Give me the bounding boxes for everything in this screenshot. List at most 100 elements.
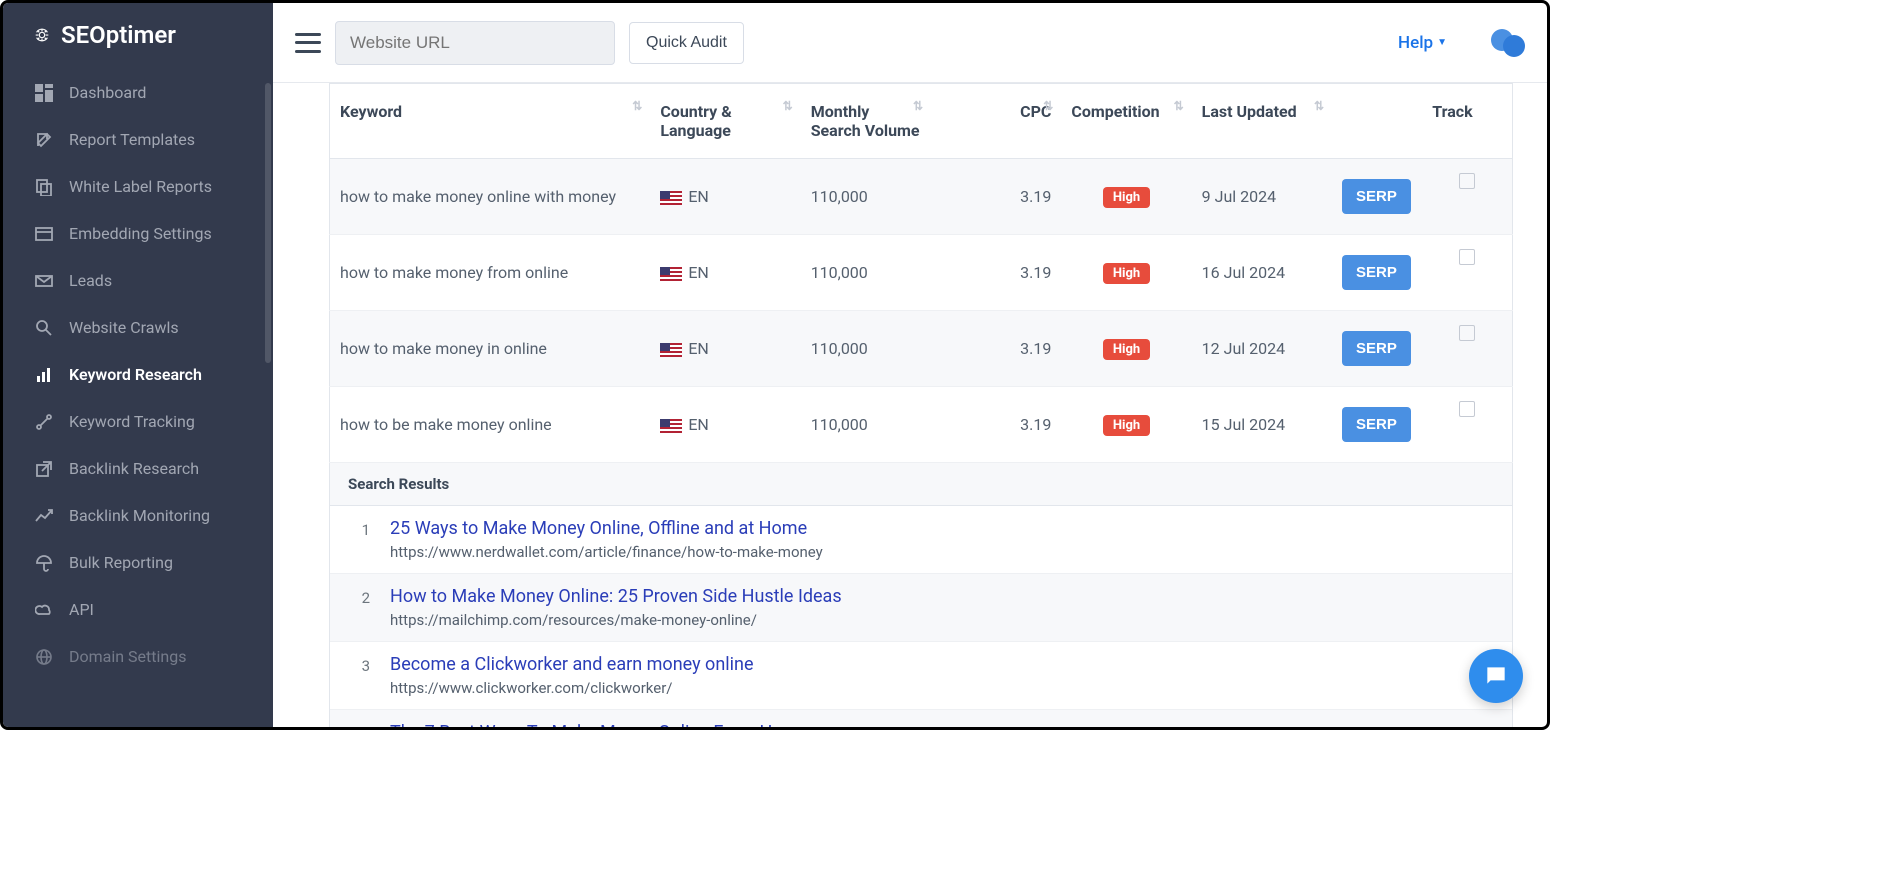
result-rank: 3 <box>354 654 370 697</box>
sidebar-item-keyword-tracking[interactable]: Keyword Tracking <box>3 398 273 445</box>
gear-arrows-icon <box>33 26 51 44</box>
cell-keyword: how to make money from online <box>330 235 651 311</box>
track-checkbox[interactable] <box>1459 173 1475 189</box>
result-rank: 4 <box>354 722 370 727</box>
header-country-lang[interactable]: Country & Language⇅ <box>650 84 800 159</box>
track-checkbox[interactable] <box>1459 401 1475 417</box>
track-checkbox[interactable] <box>1459 325 1475 341</box>
cell-last-updated: 15 Jul 2024 <box>1192 387 1332 463</box>
help-dropdown[interactable]: Help ▼ <box>1398 33 1447 53</box>
sidebar-item-label: Leads <box>69 271 112 290</box>
cell-msv: 110,000 <box>801 235 931 311</box>
sidebar-item-keyword-research[interactable]: Keyword Research <box>3 351 273 398</box>
search-result-row: 2 How to Make Money Online: 25 Proven Si… <box>330 574 1512 642</box>
track-checkbox[interactable] <box>1459 249 1475 265</box>
table-row: how to make money online with money EN 1… <box>330 159 1513 235</box>
sidebar-item-website-crawls[interactable]: Website Crawls <box>3 304 273 351</box>
result-title-link[interactable]: How to Make Money Online: 25 Proven Side… <box>390 586 1488 607</box>
sidebar-item-label: API <box>69 600 94 619</box>
sidebar-item-label: White Label Reports <box>69 177 212 196</box>
track-icon <box>35 413 53 431</box>
result-url: https://www.nerdwallet.com/article/finan… <box>390 543 1488 561</box>
header-msv[interactable]: Monthly Search Volume⇅ <box>801 84 931 159</box>
cell-competition: High <box>1061 159 1191 235</box>
search-results-header: Search Results <box>330 463 1512 506</box>
mail-icon <box>35 272 53 290</box>
cell-last-updated: 12 Jul 2024 <box>1192 311 1332 387</box>
serp-button[interactable]: SERP <box>1342 255 1411 290</box>
avatar-icon <box>1503 35 1525 57</box>
menu-toggle-icon[interactable] <box>295 33 321 53</box>
sidebar-item-domain-settings[interactable]: Domain Settings <box>3 633 273 680</box>
sidebar-item-white-label[interactable]: White Label Reports <box>3 163 273 210</box>
sidebar-item-embedding[interactable]: Embedding Settings <box>3 210 273 257</box>
user-avatars[interactable] <box>1491 29 1525 57</box>
caret-down-icon: ▼ <box>1437 37 1447 48</box>
cell-country-lang: EN <box>650 387 800 463</box>
sidebar-item-bulk-reporting[interactable]: Bulk Reporting <box>3 539 273 586</box>
result-url: https://www.clickworker.com/clickworker/ <box>390 679 1488 697</box>
cell-serp: SERP <box>1332 159 1422 235</box>
cell-serp: SERP <box>1332 387 1422 463</box>
cell-cpc: 3.19 <box>931 159 1061 235</box>
cell-last-updated: 9 Jul 2024 <box>1192 159 1332 235</box>
globe-icon <box>35 648 53 666</box>
sidebar-item-label: Embedding Settings <box>69 224 212 243</box>
chart-icon <box>35 366 53 384</box>
result-title-link[interactable]: Become a Clickworker and earn money onli… <box>390 654 1488 675</box>
result-title-link[interactable]: The 7 Best Ways To Make Money Online Fro… <box>390 722 1488 727</box>
cell-country-lang: EN <box>650 311 800 387</box>
cell-competition: High <box>1061 387 1191 463</box>
cell-competition: High <box>1061 311 1191 387</box>
cell-track <box>1422 311 1512 387</box>
website-url-input[interactable] <box>335 21 615 65</box>
sidebar-item-leads[interactable]: Leads <box>3 257 273 304</box>
cell-msv: 110,000 <box>801 159 931 235</box>
header-keyword[interactable]: Keyword⇅ <box>330 84 651 159</box>
chat-icon <box>1483 663 1509 689</box>
edit-icon <box>35 131 53 149</box>
header-cpc[interactable]: CPC⇅ <box>931 84 1061 159</box>
cell-cpc: 3.19 <box>931 387 1061 463</box>
sidebar-item-report-templates[interactable]: Report Templates <box>3 116 273 163</box>
serp-button[interactable]: SERP <box>1342 179 1411 214</box>
header-last-updated[interactable]: Last Updated⇅ <box>1192 84 1332 159</box>
sidebar-scrollbar[interactable] <box>265 83 271 363</box>
chat-widget-button[interactable] <box>1469 649 1523 703</box>
cell-keyword: how to make money in online <box>330 311 651 387</box>
sidebar-item-backlink-monitoring[interactable]: Backlink Monitoring <box>3 492 273 539</box>
table-row: how to be make money online EN 110,000 3… <box>330 387 1513 463</box>
sidebar-item-dashboard[interactable]: Dashboard <box>3 69 273 116</box>
sidebar-item-backlink-research[interactable]: Backlink Research <box>3 445 273 492</box>
sidebar-item-label: Report Templates <box>69 130 195 149</box>
sidebar-item-label: Domain Settings <box>69 647 186 666</box>
keyword-table: Keyword⇅ Country & Language⇅ Monthly Sea… <box>329 83 1513 463</box>
main-content: Keyword⇅ Country & Language⇅ Monthly Sea… <box>273 83 1547 727</box>
cell-track <box>1422 159 1512 235</box>
cell-serp: SERP <box>1332 311 1422 387</box>
sidebar-item-api[interactable]: API <box>3 586 273 633</box>
external-icon <box>35 460 53 478</box>
flag-us-icon <box>660 267 682 281</box>
sidebar-item-label: Keyword Tracking <box>69 412 195 431</box>
header-competition[interactable]: Competition⇅ <box>1061 84 1191 159</box>
header-serp <box>1332 84 1422 159</box>
flag-us-icon <box>660 191 682 205</box>
serp-button[interactable]: SERP <box>1342 331 1411 366</box>
cell-keyword: how to make money online with money <box>330 159 651 235</box>
line-chart-icon <box>35 507 53 525</box>
search-result-row: 1 25 Ways to Make Money Online, Offline … <box>330 506 1512 574</box>
quick-audit-button[interactable]: Quick Audit <box>629 22 744 64</box>
result-title-link[interactable]: 25 Ways to Make Money Online, Offline an… <box>390 518 1488 539</box>
brand-logo[interactable]: SEOptimer <box>3 3 273 69</box>
cell-track <box>1422 235 1512 311</box>
serp-button[interactable]: SERP <box>1342 407 1411 442</box>
umbrella-icon <box>35 554 53 572</box>
copy-icon <box>35 178 53 196</box>
cell-country-lang: EN <box>650 159 800 235</box>
cell-msv: 110,000 <box>801 387 931 463</box>
header-track: Track <box>1422 84 1512 159</box>
cell-competition: High <box>1061 235 1191 311</box>
sort-icon: ⇅ <box>913 102 923 110</box>
cell-track <box>1422 387 1512 463</box>
